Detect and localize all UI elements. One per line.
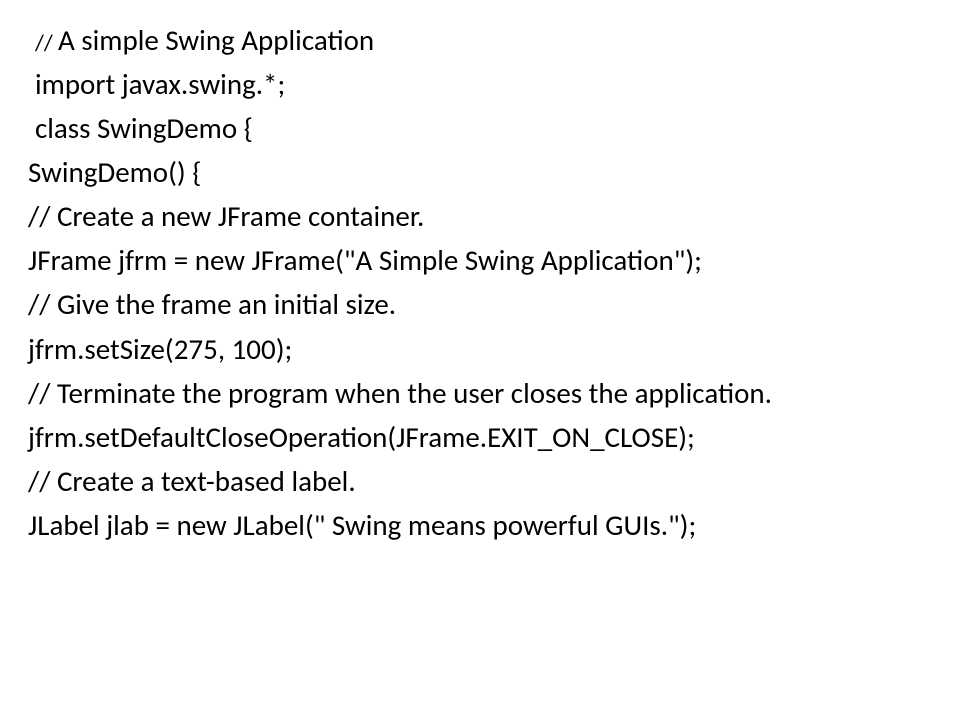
code-line: class SwingDemo { — [28, 106, 932, 150]
code-text: import javax.swing.*; — [35, 66, 285, 102]
code-line: jfrm.setSize(275, 100); — [28, 327, 932, 371]
code-text: // Create a text-based label. — [28, 463, 356, 499]
code-text: // Terminate the program when the user c… — [28, 375, 772, 411]
code-text: jfrm.setSize(275, 100); — [28, 331, 292, 367]
code-line: // Give the frame an initial size. — [28, 282, 932, 326]
code-line: JLabel jlab = new JLabel(" Swing means p… — [28, 503, 932, 547]
code-text: SwingDemo() { — [28, 154, 201, 190]
code-line: JFrame jfrm = new JFrame("A Simple Swing… — [28, 238, 932, 282]
code-line: // Create a text-based label. — [28, 459, 932, 503]
code-text: JFrame jfrm = new JFrame("A Simple Swing… — [28, 242, 702, 278]
comment-prefix: // — [35, 29, 58, 57]
code-line: import javax.swing.*; — [28, 62, 932, 106]
code-text: JLabel jlab = new JLabel(" Swing means p… — [28, 507, 696, 543]
code-line: SwingDemo() { — [28, 150, 932, 194]
code-text: // Give the frame an initial size. — [28, 286, 396, 322]
code-line: // Terminate the program when the user c… — [28, 371, 932, 415]
code-text: jfrm.setDefaultCloseOperation(JFrame.EXI… — [28, 419, 695, 455]
code-line: // A simple Swing Application — [28, 18, 932, 62]
code-text: A simple Swing Application — [58, 22, 374, 58]
code-text: class SwingDemo { — [35, 110, 253, 146]
code-line: // Create a new JFrame container. — [28, 194, 932, 238]
code-slide-content: // A simple Swing Application import jav… — [28, 18, 932, 547]
code-line: jfrm.setDefaultCloseOperation(JFrame.EXI… — [28, 415, 932, 459]
code-text: // Create a new JFrame container. — [28, 198, 424, 234]
